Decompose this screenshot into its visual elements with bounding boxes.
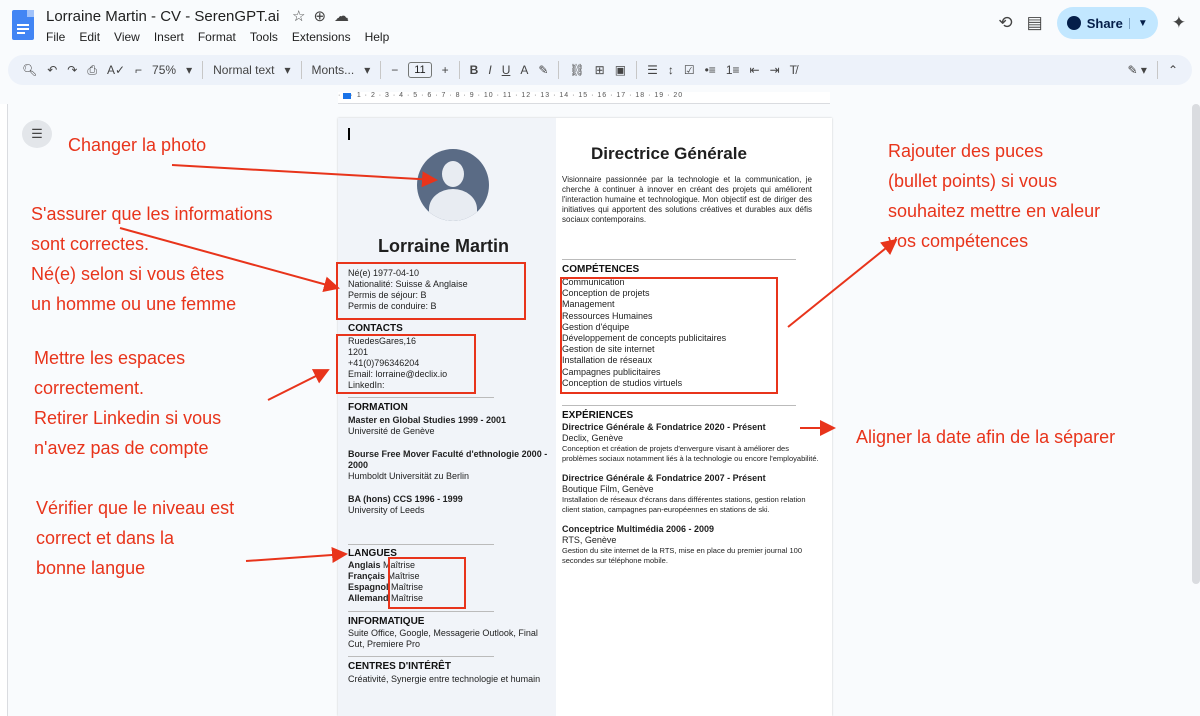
annotation-info: S'assurer que les informations sont corr… (31, 204, 273, 314)
annotation-bullets: Rajouter des puces (bullet points) si vo… (888, 141, 1101, 251)
annotation-level: Vérifier que le niveau est correct et da… (36, 498, 235, 578)
annotation-photo: Changer la photo (68, 135, 207, 155)
annotation-date: Aligner la date afin de la séparer (856, 427, 1116, 447)
annotation-spaces: Mettre les espaces correctement. Retirer… (34, 348, 222, 458)
